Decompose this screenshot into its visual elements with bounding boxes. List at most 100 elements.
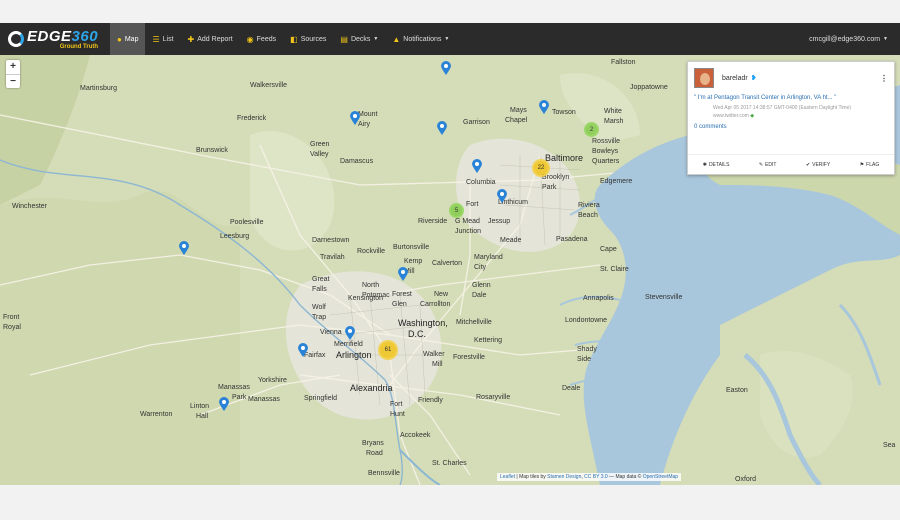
place-label: Quarters (592, 158, 620, 165)
stamen-link[interactable]: Stamen Design (547, 474, 581, 480)
marker-cluster[interactable]: 61 (378, 340, 398, 360)
place-label: Rockville (357, 248, 386, 255)
nav-sources[interactable]: ◧ Sources (283, 23, 333, 55)
nav-map[interactable]: ● Map (110, 23, 146, 55)
place-label: Mays (510, 107, 527, 114)
place-label: Darnestown (312, 237, 350, 244)
details-button[interactable]: ✱ DETAILS (703, 162, 730, 168)
place-label: Poolesville (230, 219, 264, 226)
place-label: Kettering (474, 337, 503, 344)
place-label: Mitchellville (456, 319, 492, 326)
verified-source-icon: ◆ (750, 112, 755, 119)
place-label: Pasadena (556, 236, 588, 243)
list-icon: ☰ (152, 34, 160, 44)
place-label: Glen (392, 301, 407, 308)
nav-decks-dropdown[interactable]: ▤ Decks ▼ (333, 23, 385, 55)
map-marker-icon[interactable] (497, 189, 507, 203)
place-label: Front (3, 314, 20, 321)
place-label: Hunt (390, 411, 405, 418)
place-label: Mill (432, 361, 443, 368)
marker-cluster[interactable]: 5 (449, 203, 464, 218)
verify-button[interactable]: ✔ VERIFY (806, 162, 830, 168)
brand-number: 360 (71, 27, 99, 45)
place-label: Yorkshire (258, 377, 287, 384)
map-marker-icon[interactable] (539, 100, 549, 114)
place-label: Fallston (611, 59, 636, 66)
map-marker-icon[interactable] (345, 326, 355, 340)
edit-button[interactable]: ✎ EDIT (759, 162, 777, 168)
nav-list[interactable]: ☰ List (145, 23, 180, 55)
plus-icon: ✚ (187, 34, 195, 44)
map-marker-icon[interactable] (219, 397, 229, 411)
user-email: cmcgill@edge360.com (809, 35, 881, 43)
map-marker-icon[interactable] (298, 343, 308, 357)
place-label: Junction (455, 228, 482, 235)
gear-icon: ✱ (702, 161, 707, 168)
decks-icon: ▤ (340, 34, 348, 44)
nav-feeds[interactable]: ◉ Feeds (240, 23, 283, 55)
report-actions: ✱ DETAILS ✎ EDIT ✔ VERIFY ⚑ FLAG (688, 154, 894, 174)
report-username[interactable]: bareladr (722, 75, 748, 82)
place-label: Chapel (505, 117, 528, 124)
place-label: Easton (726, 387, 748, 394)
twitter-icon: ❥ (750, 75, 757, 82)
marker-cluster[interactable]: 22 (532, 159, 550, 177)
leaflet-link[interactable]: Leaflet (500, 474, 515, 480)
nav-add-report[interactable]: ✚ Add Report (181, 23, 240, 55)
map-attribution: Leaflet | Map tiles by Stamen Design, CC… (497, 473, 682, 481)
place-label: Rossville (592, 138, 621, 145)
place-label: Baltimore (545, 153, 584, 163)
place-label: St. Charles (432, 460, 467, 467)
user-menu-dropdown[interactable]: cmcgill@edge360.com ▼ (809, 36, 900, 43)
place-label: Stevensville (645, 294, 683, 301)
place-label: Green (310, 141, 330, 148)
brand-logo[interactable]: EDGE360 Ground Truth (0, 23, 110, 55)
place-label: Warrenton (140, 411, 173, 418)
report-text[interactable]: " I'm at Pentagon Transit Center in Arli… (688, 88, 894, 101)
nav-list-label: List (162, 35, 174, 43)
place-label: Manassas (218, 384, 250, 391)
place-label: Road (366, 450, 383, 457)
place-label: Damascus (340, 158, 374, 165)
place-label: Londontowne (565, 317, 608, 324)
marker-cluster[interactable]: 2 (584, 122, 599, 137)
place-label: Annapolis (583, 295, 614, 302)
place-label: Royal (3, 324, 21, 331)
map-marker-icon[interactable] (441, 61, 451, 75)
check-icon: ✔ (805, 161, 811, 168)
place-label: Bowleys (592, 148, 619, 155)
map-marker-icon[interactable] (437, 121, 447, 135)
place-label: Sea (883, 442, 896, 449)
place-label: Maryland (474, 254, 503, 261)
feed-icon: ◉ (246, 34, 254, 44)
place-label: Edgemere (600, 178, 633, 185)
place-label: Merrifield (334, 341, 363, 348)
place-label: Carrollton (420, 301, 451, 308)
place-label: Hall (196, 413, 209, 420)
report-source[interactable]: www.twitter.com (713, 113, 749, 119)
place-label: Mount (358, 111, 378, 118)
map-marker-icon[interactable] (350, 111, 360, 125)
license-link[interactable]: CC BY 3.0 (584, 474, 608, 480)
zoom-out-button[interactable]: − (6, 74, 20, 88)
nav-notifications-dropdown[interactable]: ▲ Notifications ▼ (385, 23, 456, 55)
map-marker-icon[interactable] (472, 159, 482, 173)
zoom-in-button[interactable]: + (6, 60, 20, 74)
place-label: Bryans (362, 440, 384, 447)
flag-button[interactable]: ⚑ FLAG (860, 162, 880, 168)
kebab-menu-icon[interactable]: ⋮ (880, 74, 888, 83)
comments-link[interactable]: 0 comments (688, 120, 894, 130)
edge360-logo-icon (8, 31, 24, 47)
place-label: City (474, 264, 487, 271)
place-label: Great (312, 276, 330, 283)
place-label: Joppatowne (630, 84, 668, 91)
map-view[interactable]: Fallston Martinsburg Walkersville Joppat… (0, 55, 900, 485)
chevron-down-icon: ▼ (373, 36, 379, 42)
place-label: Towson (552, 109, 576, 116)
place-label: Glenn (472, 282, 491, 289)
osm-link[interactable]: OpenStreetMap (643, 474, 678, 480)
map-marker-icon[interactable] (398, 267, 408, 281)
brand-name: EDGE (27, 27, 72, 45)
bell-icon: ▲ (392, 34, 401, 44)
map-marker-icon[interactable] (179, 241, 189, 255)
